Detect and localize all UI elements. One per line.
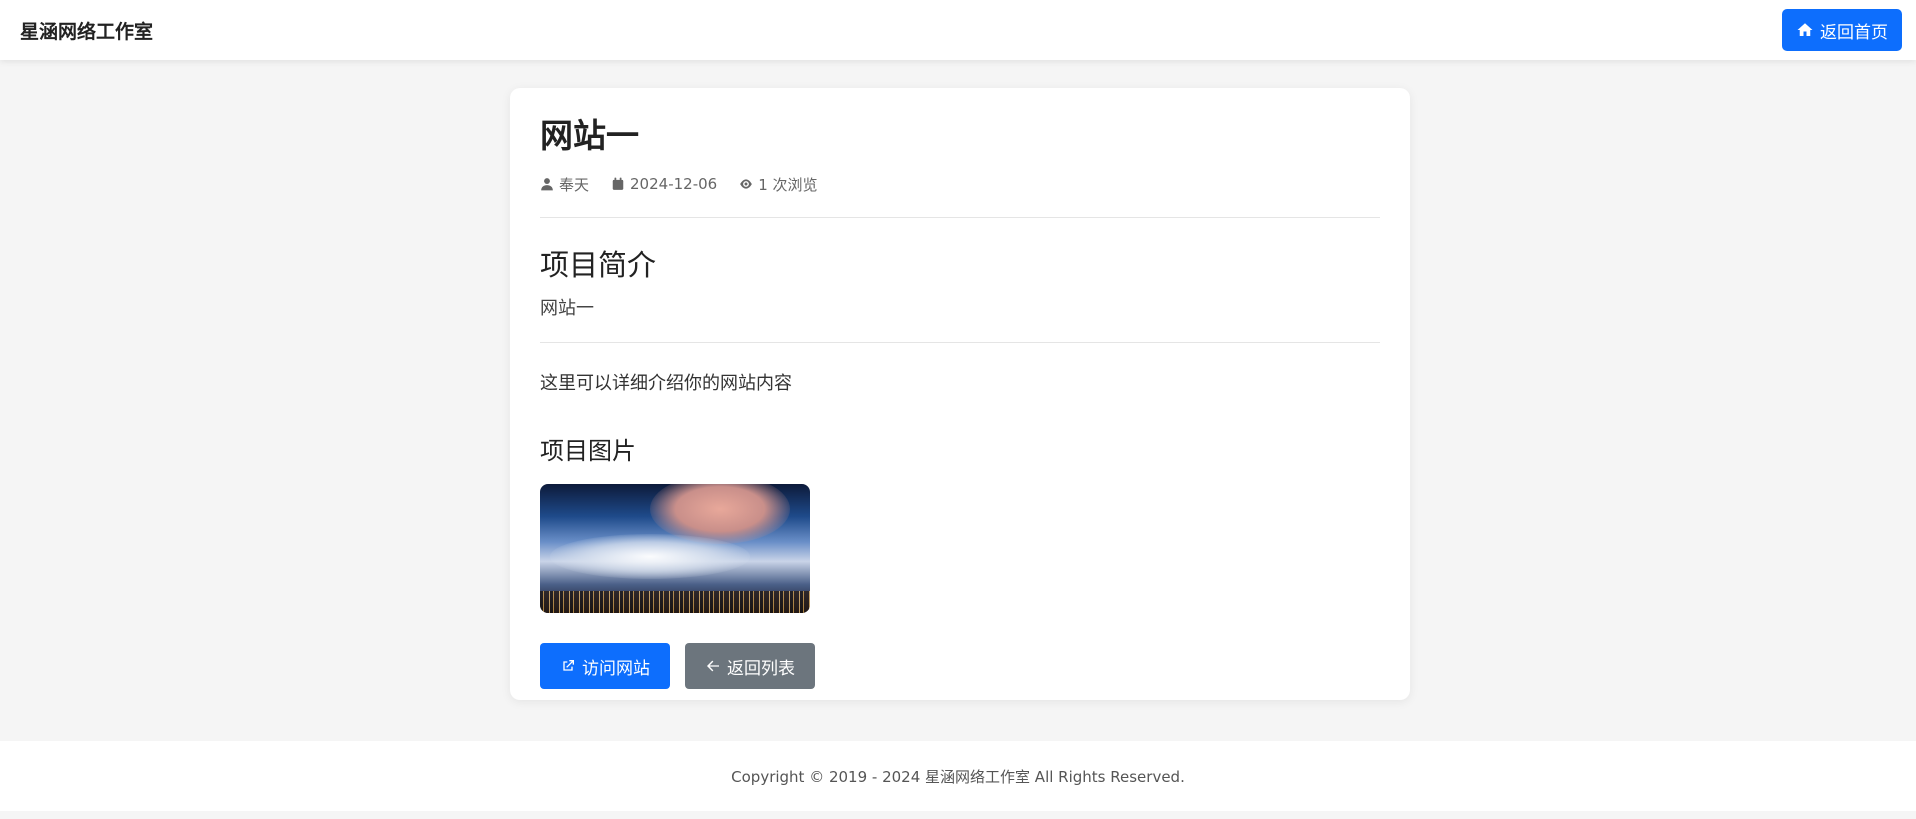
article-title: 网站一 xyxy=(540,116,639,155)
article-meta: 奉天 2024-12-06 1 次浏览 xyxy=(540,174,1380,195)
visit-website-button[interactable]: 访问网站 xyxy=(540,643,670,690)
home-button-label: 返回首页 xyxy=(1820,22,1888,43)
image-cloud-white xyxy=(550,534,750,580)
intro-text: 网站一 xyxy=(540,298,594,320)
back-to-list-button[interactable]: 返回列表 xyxy=(685,643,815,690)
article-card: 网站一 奉天 2024-12-06 1 次浏览 项目简介 网站一 这里可以详细介… xyxy=(510,88,1410,700)
back-to-list-label: 返回列表 xyxy=(727,658,795,679)
meta-author: 奉天 xyxy=(540,174,589,195)
project-image[interactable] xyxy=(540,484,810,614)
brand-title[interactable]: 星涵网络工作室 xyxy=(20,17,153,44)
arrow-left-icon xyxy=(707,661,719,672)
top-navbar: 星涵网络工作室 返回首页 xyxy=(0,0,1916,60)
action-buttons: 访问网站 返回列表 xyxy=(540,643,1380,690)
publish-date: 2024-12-06 xyxy=(630,175,718,194)
copyright-text: Copyright © 2019 - 2024 星涵网络工作室 All Righ… xyxy=(731,767,1185,786)
user-icon xyxy=(541,178,553,191)
intro-divider xyxy=(540,342,1380,344)
eye-icon xyxy=(740,179,753,189)
external-link-icon xyxy=(563,660,574,672)
view-count: 1 次浏览 xyxy=(758,175,818,194)
visit-website-label: 访问网站 xyxy=(582,658,650,679)
author-name: 奉天 xyxy=(559,175,590,194)
intro-heading: 项目简介 xyxy=(540,247,657,282)
images-heading: 项目图片 xyxy=(540,437,636,466)
home-icon xyxy=(1797,23,1813,36)
meta-divider xyxy=(540,216,1380,218)
article-description: 这里可以详细介绍你的网站内容 xyxy=(540,373,792,395)
footer: Copyright © 2019 - 2024 星涵网络工作室 All Righ… xyxy=(0,741,1916,811)
meta-date: 2024-12-06 xyxy=(611,175,717,193)
meta-views: 1 次浏览 xyxy=(739,174,818,195)
home-button[interactable]: 返回首页 xyxy=(1782,9,1902,51)
calendar-icon xyxy=(612,177,624,190)
image-city-lights xyxy=(540,591,810,614)
